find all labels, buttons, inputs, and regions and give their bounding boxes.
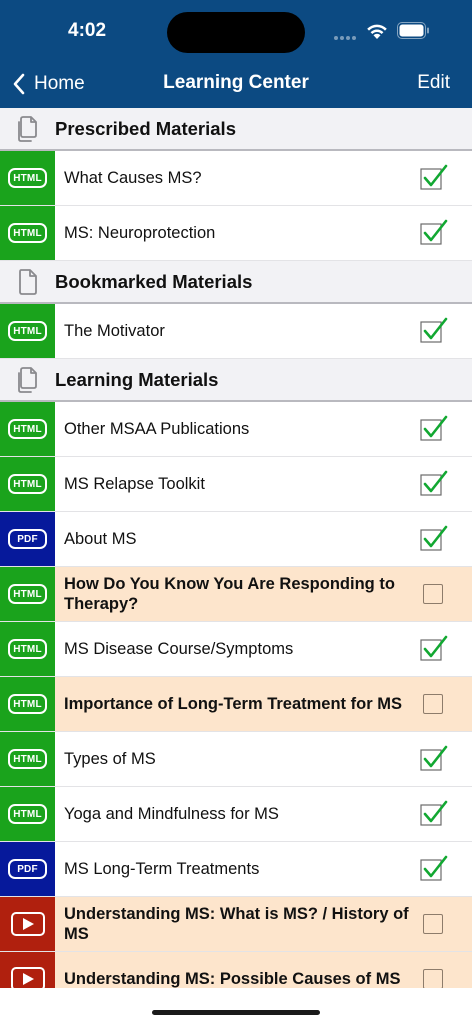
play-video-icon: [10, 912, 45, 936]
content-type-video: [0, 952, 55, 988]
content-type-html: HTML: [0, 622, 55, 676]
list-item[interactable]: HTML What Causes MS?: [0, 151, 472, 206]
navigation-bar: 4:02 Home Learning Center Edit: [0, 0, 472, 108]
page-title: Learning Center: [163, 72, 309, 93]
checkmark-icon[interactable]: [420, 745, 448, 773]
dynamic-island: [167, 12, 305, 53]
home-indicator: [152, 1010, 320, 1015]
content-type-html: HTML: [0, 787, 55, 841]
bottom-safe-area: [0, 988, 472, 1024]
item-title: How Do You Know You Are Responding to Th…: [64, 575, 395, 613]
content-type-html: HTML: [0, 732, 55, 786]
item-title: What Causes MS?: [64, 169, 202, 187]
section-header: Learning Materials: [0, 359, 472, 402]
section-header: Prescribed Materials: [0, 108, 472, 151]
checkmark-icon[interactable]: [420, 635, 448, 663]
pdf-badge: PDF: [8, 529, 47, 549]
content-type-pdf: PDF: [0, 512, 55, 566]
list-item[interactable]: HTML Yoga and Mindfulness for MS: [0, 787, 472, 842]
play-video-icon: [10, 967, 45, 988]
list-item[interactable]: PDF About MS: [0, 512, 472, 567]
item-title: MS Relapse Toolkit: [64, 475, 205, 493]
checkmark-icon[interactable]: [420, 525, 448, 553]
checkmark-icon[interactable]: [420, 855, 448, 883]
item-title: About MS: [64, 530, 137, 548]
checkmark-icon[interactable]: [420, 470, 448, 498]
edit-button[interactable]: Edit: [417, 72, 450, 94]
pdf-badge: PDF: [8, 859, 47, 879]
list-item[interactable]: Understanding MS: What is MS? / History …: [0, 897, 472, 952]
checkbox[interactable]: [423, 694, 443, 714]
content-type-html: HTML: [0, 304, 55, 358]
html-badge: HTML: [8, 639, 47, 659]
item-title: MS: Neuroprotection: [64, 224, 216, 242]
list-item[interactable]: HTML Types of MS: [0, 732, 472, 787]
html-badge: HTML: [8, 749, 47, 769]
item-title: Importance of Long-Term Treatment for MS: [64, 695, 402, 713]
checkbox[interactable]: [423, 914, 443, 934]
html-badge: HTML: [8, 321, 47, 341]
list-item[interactable]: HTML MS: Neuroprotection: [0, 206, 472, 261]
html-badge: HTML: [8, 223, 47, 243]
signal-icon: [334, 36, 358, 40]
checkbox[interactable]: [423, 584, 443, 604]
section-title: Bookmarked Materials: [55, 270, 253, 292]
html-badge: HTML: [8, 584, 47, 604]
wifi-icon: [367, 24, 387, 39]
section-header: Bookmarked Materials: [0, 261, 472, 304]
content-type-html: HTML: [0, 457, 55, 511]
list-item[interactable]: HTML The Motivator: [0, 304, 472, 359]
item-title: Types of MS: [64, 750, 156, 768]
documents-icon: [0, 365, 55, 395]
list-item[interactable]: HTML How Do You Know You Are Responding t…: [0, 567, 472, 622]
content-type-html: HTML: [0, 151, 55, 205]
item-title: MS Disease Course/Symptoms: [64, 640, 294, 658]
list-item[interactable]: HTML Importance of Long-Term Treatment fo…: [0, 677, 472, 732]
content-type-html: HTML: [0, 567, 55, 621]
materials-list[interactable]: Prescribed Materials HTML What Causes MS? H…: [0, 108, 472, 988]
item-title: Other MSAA Publications: [64, 420, 250, 438]
battery-icon: [397, 22, 429, 39]
checkmark-icon[interactable]: [420, 219, 448, 247]
content-type-html: HTML: [0, 677, 55, 731]
list-item[interactable]: HTML Other MSAA Publications: [0, 402, 472, 457]
content-type-html: HTML: [0, 402, 55, 456]
list-item[interactable]: HTML MS Relapse Toolkit: [0, 457, 472, 512]
section-title: Learning Materials: [55, 368, 219, 390]
html-badge: HTML: [8, 168, 47, 188]
list-item[interactable]: PDF MS Long-Term Treatments: [0, 842, 472, 897]
document-icon: [0, 267, 55, 297]
html-badge: HTML: [8, 419, 47, 439]
checkmark-icon[interactable]: [420, 164, 448, 192]
content-type-html: HTML: [0, 206, 55, 260]
list-item[interactable]: HTML MS Disease Course/Symptoms: [0, 622, 472, 677]
list-item[interactable]: Understanding MS: Possible Causes of MS: [0, 952, 472, 988]
checkbox[interactable]: [423, 969, 443, 988]
status-time: 4:02: [68, 20, 107, 41]
checkmark-icon[interactable]: [420, 415, 448, 443]
html-badge: HTML: [8, 694, 47, 714]
html-badge: HTML: [8, 474, 47, 494]
item-title: The Motivator: [64, 322, 165, 340]
item-title: Yoga and Mindfulness for MS: [64, 805, 279, 823]
item-title: Understanding MS: Possible Causes of MS: [64, 970, 401, 988]
item-title: Understanding MS: What is MS? / History …: [64, 905, 409, 943]
content-type-pdf: PDF: [0, 842, 55, 896]
html-badge: HTML: [8, 804, 47, 824]
item-title: MS Long-Term Treatments: [64, 860, 260, 878]
content-type-video: [0, 897, 55, 951]
checkmark-icon[interactable]: [420, 800, 448, 828]
section-title: Prescribed Materials: [55, 117, 236, 139]
documents-icon: [0, 114, 55, 144]
checkmark-icon[interactable]: [420, 317, 448, 345]
